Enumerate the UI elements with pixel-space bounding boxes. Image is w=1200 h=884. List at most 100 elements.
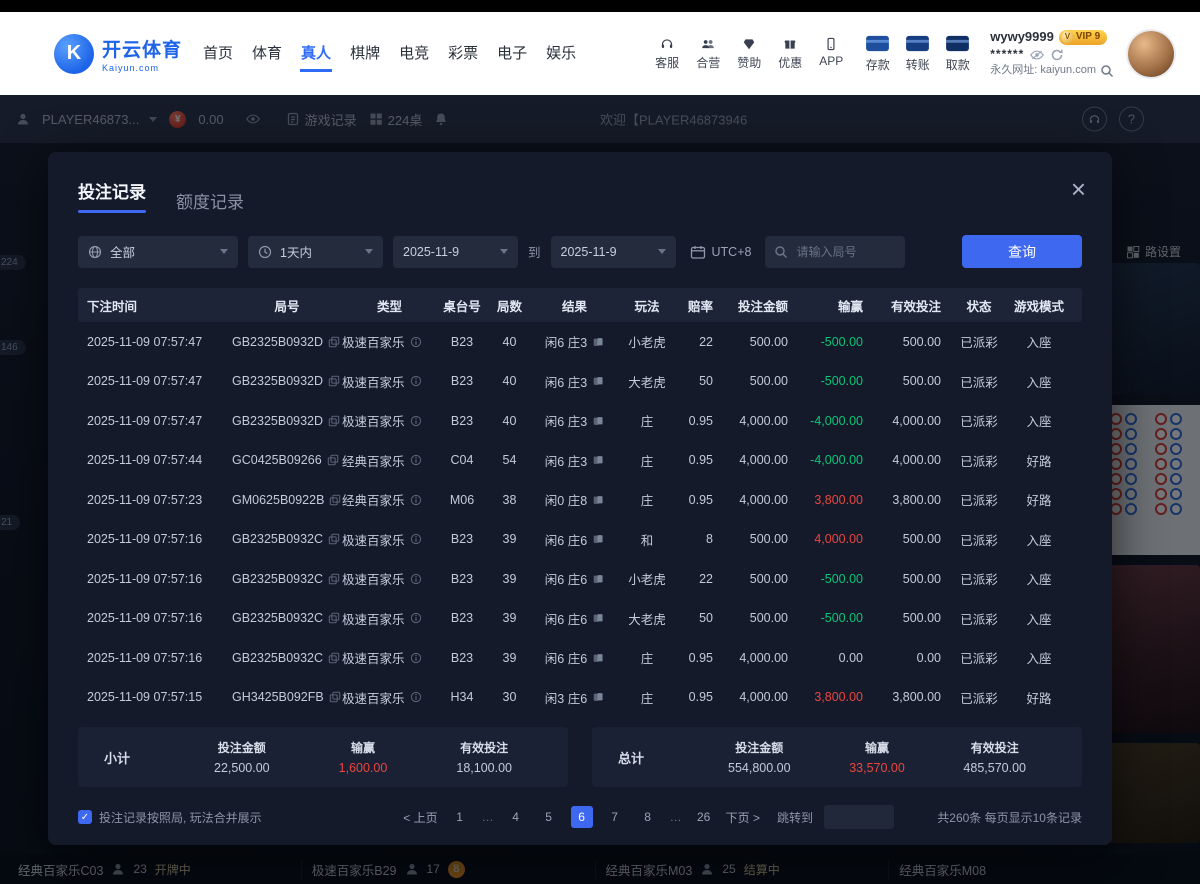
round-search-input[interactable] <box>794 244 896 260</box>
info-icon[interactable] <box>410 415 422 427</box>
copy-icon[interactable] <box>329 691 341 703</box>
search-icon[interactable] <box>1100 64 1114 78</box>
cell-table-no: M06 <box>437 493 487 507</box>
column-header-7: 赔率 <box>677 296 725 315</box>
result-cards-icon[interactable] <box>592 494 604 506</box>
wallet-action-0[interactable]: 存款 <box>865 34 890 73</box>
copy-icon[interactable] <box>328 415 340 427</box>
copy-icon[interactable] <box>328 612 340 624</box>
date-to-select[interactable]: 2025-11-9 <box>551 236 676 268</box>
nav-item-3[interactable]: 棋牌 <box>349 36 381 72</box>
wallet-action-1[interactable]: 转账 <box>905 34 930 73</box>
info-icon[interactable] <box>410 375 422 387</box>
filter-bar: 全部 1天内 2025-11-9 到 2025-11-9 <box>78 235 1082 268</box>
date-from-select[interactable]: 2025-11-9 <box>393 236 518 268</box>
result-cards-icon[interactable] <box>592 454 604 466</box>
time-range-select[interactable]: 1天内 <box>248 236 383 268</box>
copy-icon[interactable] <box>328 573 340 585</box>
quick-action-2[interactable]: 赞助 <box>737 37 761 71</box>
pagination-page-1[interactable]: 1 <box>449 806 471 828</box>
close-icon[interactable]: × <box>1071 176 1086 202</box>
nav-item-4[interactable]: 电竞 <box>398 36 430 72</box>
cell-round-id: GB2325B0932D <box>232 335 342 349</box>
nav-item-6[interactable]: 电子 <box>496 36 528 72</box>
nav-item-7[interactable]: 娱乐 <box>545 36 577 72</box>
cell-round-id: GH3425B092FB <box>232 690 342 704</box>
cell-status-text: 已派彩 <box>960 530 998 549</box>
cell-odds-text: 50 <box>699 374 713 388</box>
pagination-page-4[interactable]: 4 <box>505 806 527 828</box>
quick-action-1[interactable]: 合营 <box>696 37 720 71</box>
quick-action-label: APP <box>819 54 843 68</box>
jump-page-input[interactable] <box>824 805 894 829</box>
result-cards-icon[interactable] <box>592 415 604 427</box>
tab-bet-records[interactable]: 投注记录 <box>78 178 146 213</box>
cell-round-count-text: 30 <box>503 690 517 704</box>
cell-status: 已派彩 <box>953 332 1005 351</box>
quick-action-3[interactable]: 优惠 <box>778 37 802 71</box>
cell-play-type-text: 庄 <box>641 490 654 509</box>
nav-item-5[interactable]: 彩票 <box>447 36 479 72</box>
copy-icon[interactable] <box>327 454 339 466</box>
info-icon[interactable] <box>410 691 422 703</box>
info-icon[interactable] <box>410 652 422 664</box>
query-button[interactable]: 查询 <box>962 235 1082 268</box>
quick-action-0[interactable]: 客服 <box>655 37 679 71</box>
copy-icon[interactable] <box>328 375 340 387</box>
result-cards-icon[interactable] <box>592 336 604 348</box>
result-cards-icon[interactable] <box>592 375 604 387</box>
cell-valid-bet-text: 3,800.00 <box>892 690 941 704</box>
cell-bet-amount-text: 500.00 <box>750 335 788 349</box>
info-icon[interactable] <box>410 533 422 545</box>
result-cards-icon[interactable] <box>592 573 604 585</box>
timezone-badge[interactable]: UTC+8 <box>686 245 756 259</box>
result-cards-icon[interactable] <box>592 691 604 703</box>
user-avatar[interactable] <box>1128 31 1174 77</box>
cell-play-type-text: 大老虎 <box>628 609 666 628</box>
pagination-page-8[interactable]: 8 <box>637 806 659 828</box>
merge-checkbox[interactable]: ✓ <box>78 810 92 824</box>
cell-table-no: B23 <box>437 374 487 388</box>
cell-game-type: 极速百家乐 <box>342 530 437 549</box>
info-icon[interactable] <box>410 573 422 585</box>
copy-icon[interactable] <box>328 652 340 664</box>
next-page-button[interactable]: 下页 > <box>726 809 760 826</box>
wallet-action-2[interactable]: 取款 <box>945 34 970 73</box>
copy-icon[interactable] <box>329 494 341 506</box>
cell-game-type: 极速百家乐 <box>342 648 437 667</box>
result-cards-icon[interactable] <box>592 652 604 664</box>
cell-win-loss-text: -500.00 <box>821 572 863 586</box>
brand-logo[interactable]: K 开云体育 Kaiyun.com <box>54 34 182 74</box>
pagination-page-7[interactable]: 7 <box>604 806 626 828</box>
pagination-page-26[interactable]: 26 <box>693 806 715 828</box>
total-panel: 总计 投注金额 554,800.00 输赢 33,570.00 有效投注 485 <box>592 727 1082 787</box>
bet-record-row: 2025-11-09 07:57:16GB2325B0932C极速百家乐B233… <box>78 638 1082 678</box>
prev-page-button[interactable]: < 上页 <box>403 809 437 826</box>
info-icon[interactable] <box>410 336 422 348</box>
result-cards-icon[interactable] <box>592 533 604 545</box>
info-icon[interactable] <box>410 612 422 624</box>
info-icon[interactable] <box>410 454 422 466</box>
quick-action-4[interactable]: APP <box>819 37 843 71</box>
calendar-icon <box>690 245 706 259</box>
cell-bet-time-text: 2025-11-09 07:57:47 <box>87 374 202 388</box>
nav-item-1[interactable]: 体育 <box>251 36 283 72</box>
eye-off-icon[interactable] <box>1030 48 1044 62</box>
pagination-page-5[interactable]: 5 <box>538 806 560 828</box>
pagination-page-6[interactable]: 6 <box>571 806 593 828</box>
tab-quota-records[interactable]: 额度记录 <box>176 188 244 213</box>
vip-badge: V VIP 9 <box>1059 30 1107 45</box>
cell-game-mode-text: 好路 <box>1026 451 1051 470</box>
nav-item-2[interactable]: 真人 <box>300 36 332 72</box>
cell-result-text: 闲6 庄6 <box>545 569 587 588</box>
cell-round-count: 39 <box>487 651 532 665</box>
nav-item-0[interactable]: 首页 <box>202 36 234 72</box>
info-icon[interactable] <box>410 494 422 506</box>
copy-icon[interactable] <box>328 533 340 545</box>
cell-bet-amount: 500.00 <box>725 335 800 349</box>
cell-odds-text: 8 <box>706 532 713 546</box>
category-select[interactable]: 全部 <box>78 236 238 268</box>
refresh-balance-icon[interactable] <box>1050 48 1064 62</box>
copy-icon[interactable] <box>328 336 340 348</box>
result-cards-icon[interactable] <box>592 612 604 624</box>
